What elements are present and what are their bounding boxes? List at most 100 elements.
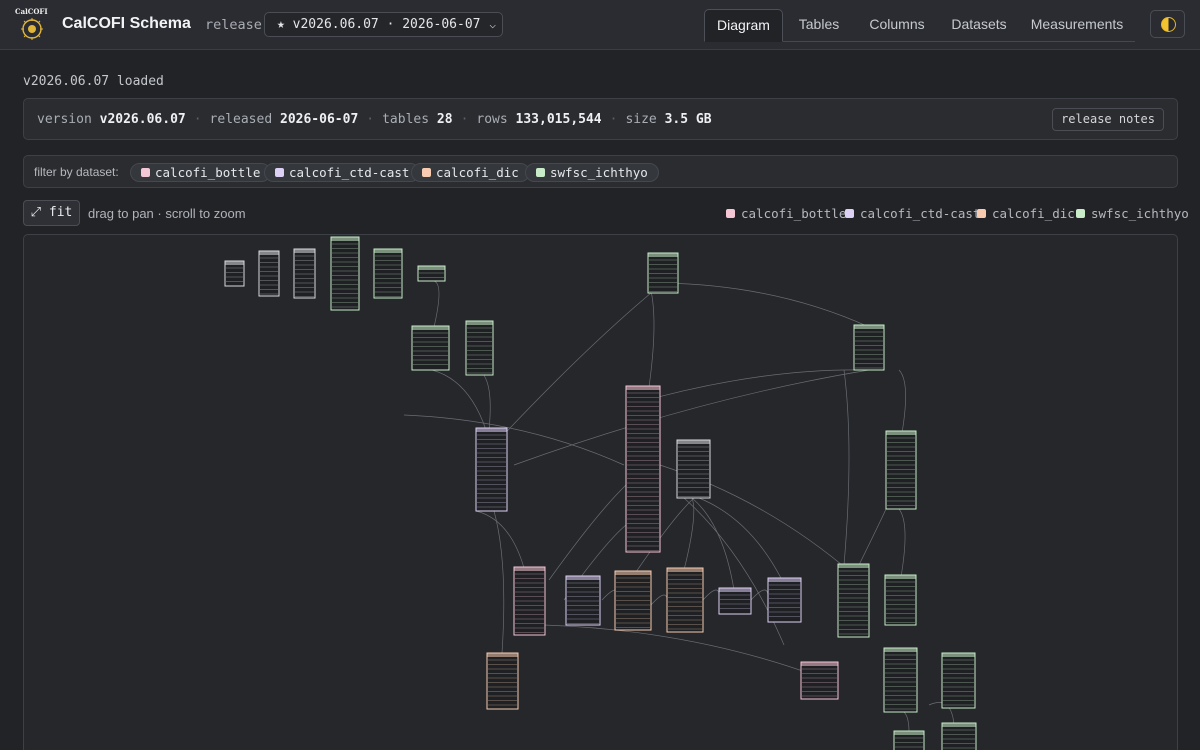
table-node[interactable] — [837, 563, 870, 638]
table-node[interactable] — [800, 661, 839, 700]
legend-item-calcofi-ctd-cast: calcofi_ctd-cast — [845, 206, 980, 221]
table-node[interactable] — [465, 320, 494, 376]
top-bar: CalCOFI CalCOFI Schema release ★ v2026.0… — [0, 0, 1200, 50]
table-node[interactable] — [293, 248, 316, 299]
relationship-edge — [650, 594, 668, 606]
table-node[interactable] — [330, 236, 360, 311]
relationship-edge — [433, 280, 440, 328]
legend-label: calcofi_bottle — [741, 206, 847, 221]
relationship-edge — [628, 369, 870, 406]
table-node[interactable] — [718, 587, 752, 615]
legend-label: calcofi_dic — [992, 206, 1075, 221]
filter-chip-calcofi-dic[interactable]: calcofi_dic — [411, 163, 530, 182]
tab-measurements[interactable]: Measurements — [1019, 9, 1135, 42]
release-summary: version v2026.06.07 · released 2026-06-07 ·… — [23, 98, 1178, 140]
table-node[interactable] — [676, 439, 711, 499]
rows-label: rows — [476, 112, 508, 127]
legend-swatch — [1076, 209, 1085, 218]
chip-label: calcofi_ctd-cast — [289, 165, 410, 180]
release-select[interactable]: ★ v2026.06.07 · 2026-06-07 ⌵ — [264, 12, 503, 37]
filter-chip-calcofi-ctd-cast[interactable]: calcofi_ctd-cast — [264, 163, 421, 182]
theme-toggle-button[interactable] — [1150, 10, 1185, 38]
tab-diagram[interactable]: Diagram — [704, 9, 783, 42]
table-node[interactable] — [486, 652, 519, 710]
table-node[interactable] — [513, 566, 546, 636]
filter-label: filter by dataset: — [34, 165, 119, 179]
release-select-value: ★ v2026.06.07 · 2026-06-07 — [277, 17, 481, 32]
fit-button[interactable]: ⤢ fit — [23, 200, 80, 226]
legend-swatch — [726, 209, 735, 218]
swatch — [141, 168, 150, 177]
table-node[interactable] — [885, 430, 917, 510]
relationship-edge — [888, 709, 910, 733]
relationship-edge — [698, 497, 783, 581]
table-node[interactable] — [614, 570, 652, 631]
filter-chip-calcofi-bottle[interactable]: calcofi_bottle — [130, 163, 272, 182]
tables-value: 28 — [436, 112, 453, 127]
dataset-filter: filter by dataset: calcofi_bottle calcof… — [23, 155, 1178, 188]
table-node[interactable] — [884, 574, 917, 626]
relationship-edge — [648, 282, 655, 388]
table-node[interactable] — [767, 577, 802, 623]
app-title: CalCOFI Schema — [62, 15, 191, 32]
schema-diagram-canvas[interactable] — [23, 234, 1178, 750]
summary-row: version v2026.06.07 · released 2026-06-07 ·… — [37, 112, 712, 127]
separator: · — [609, 112, 618, 127]
rows-value: 133,015,544 — [515, 112, 602, 127]
release-notes-button[interactable]: release notes — [1052, 108, 1164, 131]
table-node[interactable] — [475, 427, 508, 512]
table-node[interactable] — [853, 324, 885, 371]
relationship-edge — [431, 369, 487, 431]
chip-label: swfsc_ichthyo — [550, 165, 648, 180]
released-label: released — [209, 112, 273, 127]
relationship-edge — [403, 414, 625, 466]
table-node[interactable] — [411, 325, 450, 371]
size-value: 3.5 GB — [664, 112, 712, 127]
table-node[interactable] — [565, 575, 601, 626]
version-label: version — [37, 112, 92, 127]
tab-columns[interactable]: Columns — [855, 9, 939, 42]
swatch — [422, 168, 431, 177]
chip-label: calcofi_dic — [436, 165, 519, 180]
relationship-edge — [548, 484, 627, 581]
relationship-edge — [858, 508, 887, 566]
tables-label: tables — [382, 112, 430, 127]
table-node[interactable] — [373, 248, 403, 299]
released-value: 2026-06-07 — [280, 112, 359, 127]
swatch — [275, 168, 284, 177]
table-node[interactable] — [417, 265, 446, 282]
table-node[interactable] — [625, 385, 661, 553]
relationship-edge — [702, 589, 720, 601]
table-node[interactable] — [224, 260, 245, 287]
schema-diagram[interactable] — [24, 235, 1178, 750]
separator: · — [460, 112, 469, 127]
tab-tables[interactable]: Tables — [783, 9, 855, 42]
table-node[interactable] — [258, 250, 280, 297]
table-node[interactable] — [883, 647, 918, 713]
release-label: release — [205, 17, 262, 33]
calcofi-logo[interactable]: CalCOFI — [14, 6, 50, 42]
separator: · — [193, 112, 202, 127]
size-label: size — [625, 112, 657, 127]
legend-label: calcofi_ctd-cast — [860, 206, 981, 221]
chip-label: calcofi_bottle — [155, 165, 261, 180]
relationship-edge — [478, 369, 491, 431]
svg-text:CalCOFI: CalCOFI — [15, 7, 48, 16]
table-node[interactable] — [647, 252, 679, 294]
chevron-down-icon: ⌵ — [489, 18, 496, 31]
load-status: v2026.06.07 loaded — [23, 74, 164, 89]
table-node[interactable] — [666, 567, 704, 633]
tab-datasets[interactable]: Datasets — [939, 9, 1019, 42]
table-node[interactable] — [893, 730, 925, 750]
legend-swatch — [977, 209, 986, 218]
legend-item-swfsc-ichthyo: swfsc_ichthyo — [1076, 206, 1189, 221]
version-value: v2026.06.07 — [99, 112, 186, 127]
legend-item-calcofi-dic: calcofi_dic — [977, 206, 1075, 221]
table-node[interactable] — [941, 652, 976, 709]
relationship-edge — [662, 282, 870, 328]
filter-chip-swfsc-ichthyo[interactable]: swfsc_ichthyo — [525, 163, 659, 182]
legend-label: swfsc_ichthyo — [1091, 206, 1189, 221]
legend-item-calcofi-bottle: calcofi_bottle — [726, 206, 846, 221]
relationship-edge — [898, 369, 906, 434]
table-node[interactable] — [941, 722, 977, 750]
